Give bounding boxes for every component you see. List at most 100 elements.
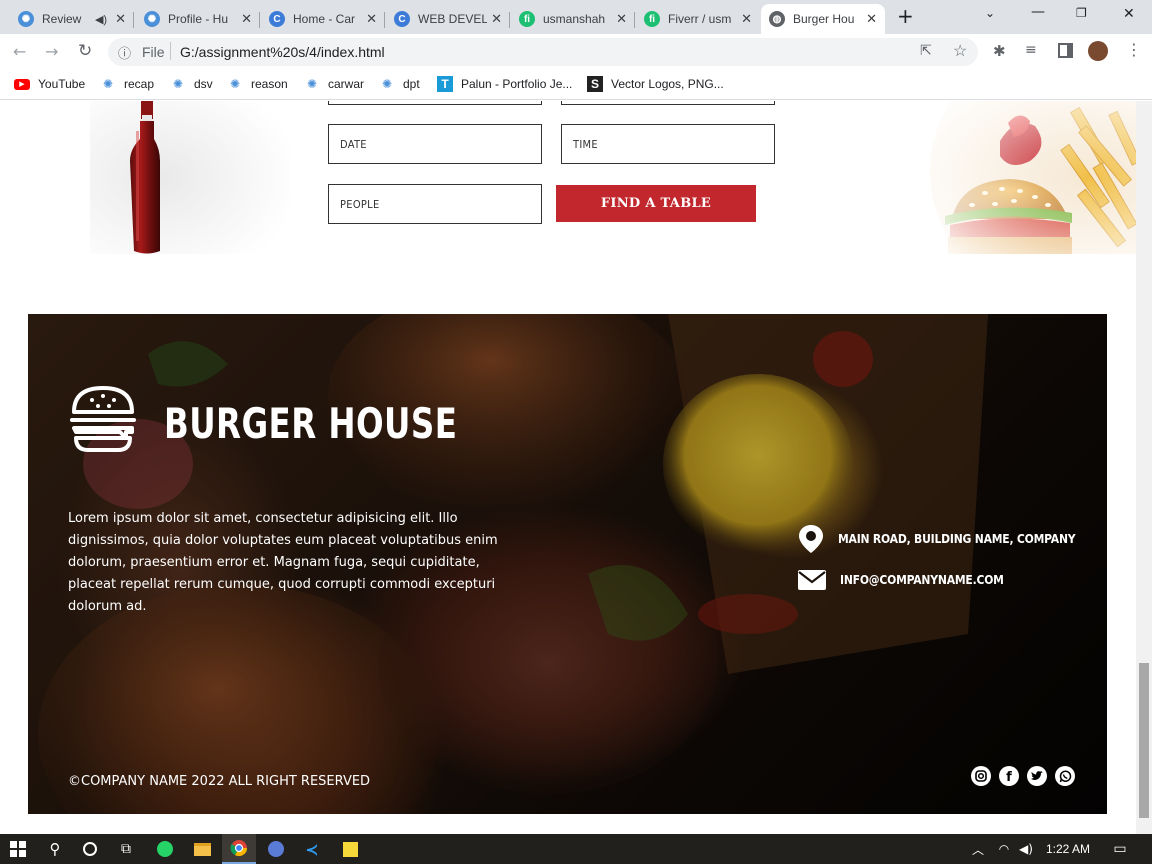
reload-icon[interactable]: ↻ [78,41,92,61]
browser-tab[interactable]: C WEB DEVEL ✕ [386,4,510,34]
canva-icon: C [269,11,285,27]
browser-tab[interactable]: C Home - Car ✕ [261,4,385,34]
time-placeholder: TIME [573,137,598,151]
tab-title: WEB DEVEL [418,12,488,26]
people-placeholder: PEOPLE [340,197,380,211]
back-arrow-icon[interactable]: ← [13,42,26,61]
side-panel-icon[interactable] [1058,43,1073,58]
facebook-icon[interactable]: f [999,766,1019,786]
tab-title: Burger Hou [793,12,855,26]
whatsapp-icon[interactable] [1055,766,1075,786]
whatsapp-app-icon[interactable] [155,839,175,859]
address-item: MAIN ROAD, BUILDING NAME, COMPANY [798,524,1076,554]
tab-title: Review [42,12,82,26]
kebab-menu-icon[interactable]: ⋮ [1126,40,1142,59]
sauce-bottle-image [90,101,290,254]
twitter-icon[interactable] [1027,766,1047,786]
bookmark-label: dpt [403,77,420,91]
browser-tab[interactable]: ✺ Profile - Hu ✕ [136,4,260,34]
close-icon[interactable]: ✕ [866,11,877,27]
close-icon[interactable]: ✕ [616,11,627,27]
brain-icon: ✺ [102,77,114,91]
browser-tab[interactable]: fi usmanshah ✕ [511,4,635,34]
fiverr-icon: fi [644,11,660,27]
date-field[interactable]: DATE [328,124,542,164]
vscode-icon[interactable]: ≺ [302,839,322,859]
star-icon[interactable]: ☆ [953,41,967,61]
bookmark-palun[interactable]: T Palun - Portfolio Je... [437,76,572,92]
bookmarks-bar: ▶ YouTube ✺ recap ✺ dsv ✺ reason ✺ carwa… [0,70,1152,100]
taskbar-clock[interactable]: 1:22 AM [1046,842,1090,856]
share-icon[interactable]: ⇱ [920,42,932,59]
wifi-icon[interactable]: ◠ [994,839,1014,859]
new-tab-button[interactable]: + [897,4,914,28]
tab-title: Profile - Hu [168,12,229,26]
browser-tab[interactable]: ✺ Review ◀) ✕ [10,4,134,34]
app-icon[interactable] [266,839,286,859]
cortana-icon[interactable] [80,839,100,859]
windows-start-icon[interactable] [8,839,28,859]
close-icon[interactable]: ✕ [241,11,252,27]
close-icon[interactable]: ✕ [491,11,502,27]
close-icon[interactable]: ✕ [115,11,126,27]
people-field[interactable]: PEOPLE [328,184,542,224]
youtube-icon: ▶ [14,76,30,92]
scrollbar-thumb[interactable] [1139,663,1149,818]
browser-tab[interactable]: fi Fiverr / usm ✕ [636,4,760,34]
bookmark-vector-logos[interactable]: S Vector Logos, PNG... [587,76,724,92]
brain-icon: ✺ [381,77,393,91]
search-icon[interactable]: ⚲ [45,839,65,859]
speaker-icon[interactable]: ◀) [95,13,107,26]
divider [170,42,171,60]
avatar[interactable] [1088,41,1108,61]
chrome-app-icon[interactable] [222,834,256,864]
tab-title: Fiverr / usm [668,12,732,26]
info-icon[interactable]: ⓘ [118,43,131,62]
site-footer: BURGER HOUSE Lorem ipsum dolor sit amet,… [28,314,1107,814]
globe-icon: ◍ [769,11,785,27]
forward-arrow-icon[interactable]: → [45,42,58,61]
bookmark-reason[interactable]: ✺ reason [227,76,288,92]
tab-title: usmanshah [543,12,606,26]
brain-icon: ✺ [18,11,34,27]
close-icon[interactable]: ✕ [741,11,752,27]
bookmark-dsv[interactable]: ✺ dsv [170,76,213,92]
email-link[interactable]: INFO@COMPANYNAME.COM [840,573,1004,587]
notification-icon[interactable]: ▭ [1110,839,1130,859]
envelope-icon [798,570,826,590]
bookmark-carwar[interactable]: ✺ carwar [304,76,364,92]
bookmark-recap[interactable]: ✺ recap [100,76,154,92]
bookmark-label: YouTube [38,77,86,91]
instagram-icon[interactable] [971,766,991,786]
bookmark-dpt[interactable]: ✺ dpt [379,76,420,92]
restore-button[interactable]: ❐ [1076,6,1087,20]
extensions-puzzle-icon[interactable]: ✱ [993,42,1006,60]
windows-taskbar: ⚲ ⧉ ≺ ︿ ◠ ◀) 1:22 AM ▭ [0,834,1152,864]
volume-icon[interactable]: ◀) [1016,839,1036,859]
browser-toolbar: ← → ↻ ⓘ File G:/assignment%20s/4/index.h… [0,34,1152,70]
address-bar[interactable]: ⓘ File G:/assignment%20s/4/index.html ⇱ … [108,38,978,66]
browser-tab-active[interactable]: ◍ Burger Hou ✕ [761,4,885,34]
minimize-button[interactable]: — [1031,4,1045,20]
find-a-table-button[interactable]: FIND A TABLE [556,185,756,222]
file-explorer-icon[interactable] [192,839,212,859]
task-view-icon[interactable]: ⧉ [116,839,136,859]
window-close-button[interactable]: ✕ [1123,6,1135,22]
copyright-text: ©COMPANY NAME 2022 ALL RIGHT RESERVED [68,774,371,789]
time-field[interactable]: TIME [561,124,775,164]
bookmark-youtube[interactable]: ▶ YouTube [14,76,85,92]
page-viewport: DATE TIME PEOPLE FIND A TABLE BURGER HOU… [0,101,1152,834]
url-text[interactable]: G:/assignment%20s/4/index.html [180,44,385,60]
tab-search-chevron-icon[interactable]: ⌄ [985,6,995,20]
bookmark-label: reason [251,77,288,91]
email-item: INFO@COMPANYNAME.COM [798,570,1004,590]
scheme-label: File [142,44,165,60]
chevron-up-icon[interactable]: ︿ [968,839,988,859]
date-placeholder: DATE [340,137,367,151]
sticky-notes-icon[interactable] [340,839,360,859]
media-queue-icon[interactable]: ≡ [1025,42,1037,58]
bookmark-label: recap [124,77,155,91]
partial-field-above [328,101,542,105]
close-icon[interactable]: ✕ [366,11,377,27]
tab-title: Home - Car [293,12,356,26]
